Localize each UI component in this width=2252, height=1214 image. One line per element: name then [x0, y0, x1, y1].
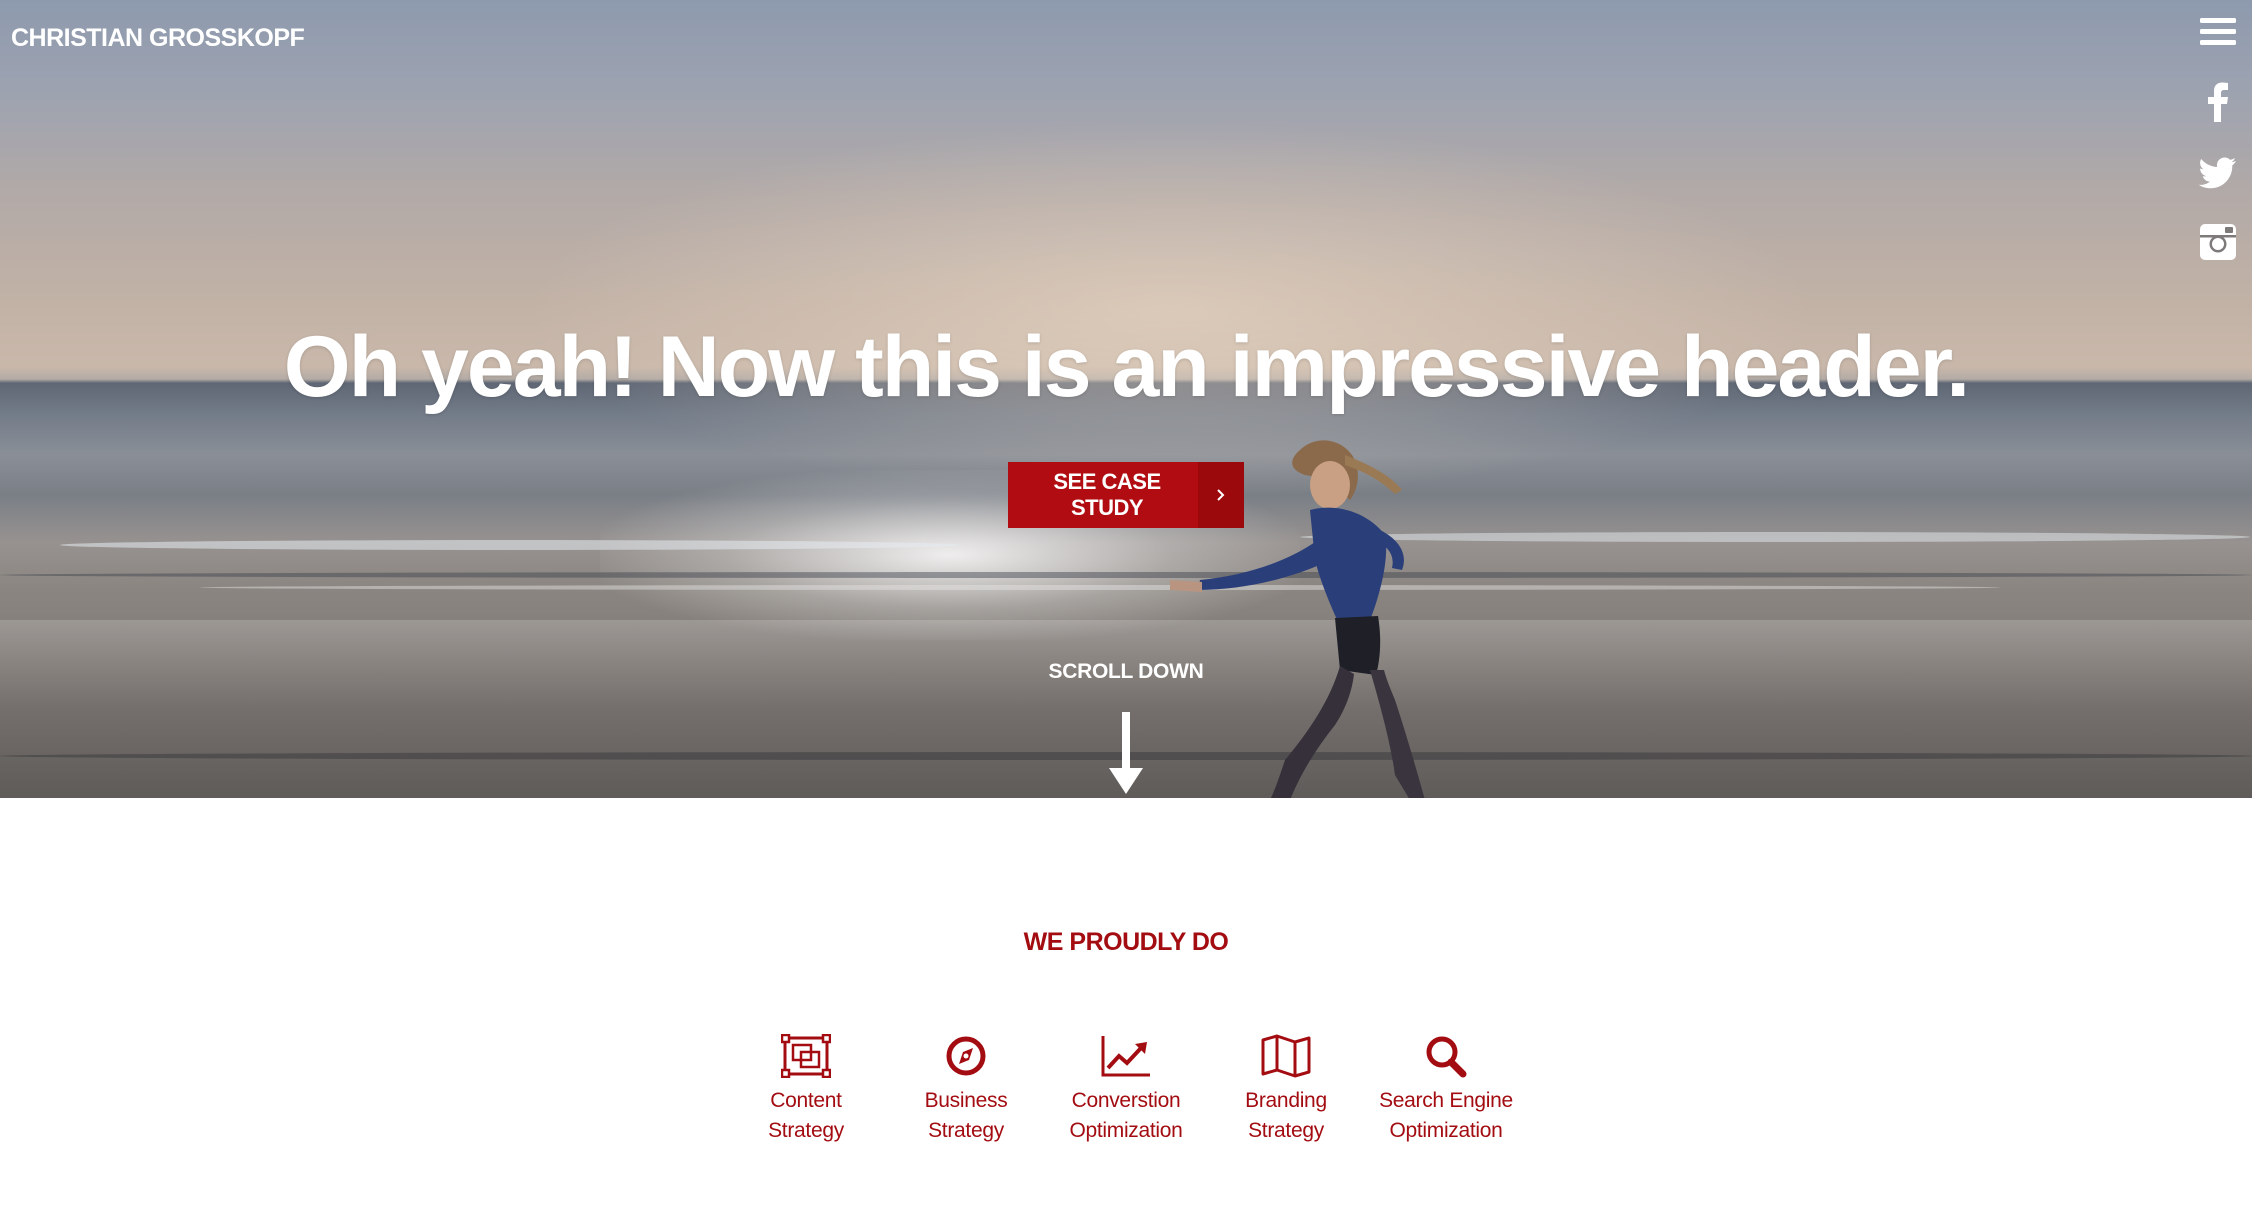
see-case-study-button[interactable]: SEE CASE STUDY [1008, 462, 1244, 528]
wave [0, 572, 2252, 578]
instagram-icon[interactable] [2198, 222, 2238, 262]
service-business-strategy[interactable]: Business Strategy [886, 1034, 1046, 1146]
wave [60, 540, 960, 550]
service-label: Search Engine Optimization [1379, 1089, 1513, 1142]
services-title: WE PROUDLY DO [1023, 928, 1229, 956]
service-label: Branding Strategy [1245, 1089, 1327, 1142]
scroll-down-label[interactable]: SCROLL DOWN [0, 660, 2252, 684]
arrow-down-icon[interactable] [1107, 712, 1145, 798]
search-icon [1426, 1036, 1467, 1078]
line-chart-icon [1101, 1036, 1150, 1077]
side-nav [2198, 12, 2242, 292]
service-branding-strategy[interactable]: Branding Strategy [1206, 1034, 1366, 1146]
content-strategy-icon [781, 1034, 831, 1078]
cta-label: SEE CASE STUDY [1053, 469, 1161, 520]
hero-section: CHRISTIAN GROSSKOPF Oh yeah! Now this is… [0, 0, 2252, 798]
twitter-icon[interactable] [2198, 152, 2238, 192]
site-brand[interactable]: CHRISTIAN GROSSKOPF [11, 24, 305, 53]
service-label: Converstion Optimization [1069, 1089, 1183, 1142]
hero-headline: Oh yeah! Now this is an impressive heade… [283, 319, 1970, 415]
service-label: Business Strategy [924, 1089, 1008, 1142]
wave [200, 585, 2000, 590]
services-list: Content Strategy Business Strategy Conve… [0, 1034, 2252, 1146]
compass-icon [946, 1036, 986, 1076]
map-icon [1261, 1034, 1311, 1078]
service-label: Content Strategy [768, 1089, 844, 1142]
chevron-right-icon [1198, 462, 1244, 528]
service-content-strategy[interactable]: Content Strategy [726, 1034, 886, 1146]
service-conversion-optimization[interactable]: Converstion Optimization [1046, 1034, 1206, 1146]
menu-icon[interactable] [2198, 12, 2238, 52]
service-seo[interactable]: Search Engine Optimization [1366, 1034, 1526, 1146]
facebook-icon[interactable] [2198, 82, 2238, 122]
